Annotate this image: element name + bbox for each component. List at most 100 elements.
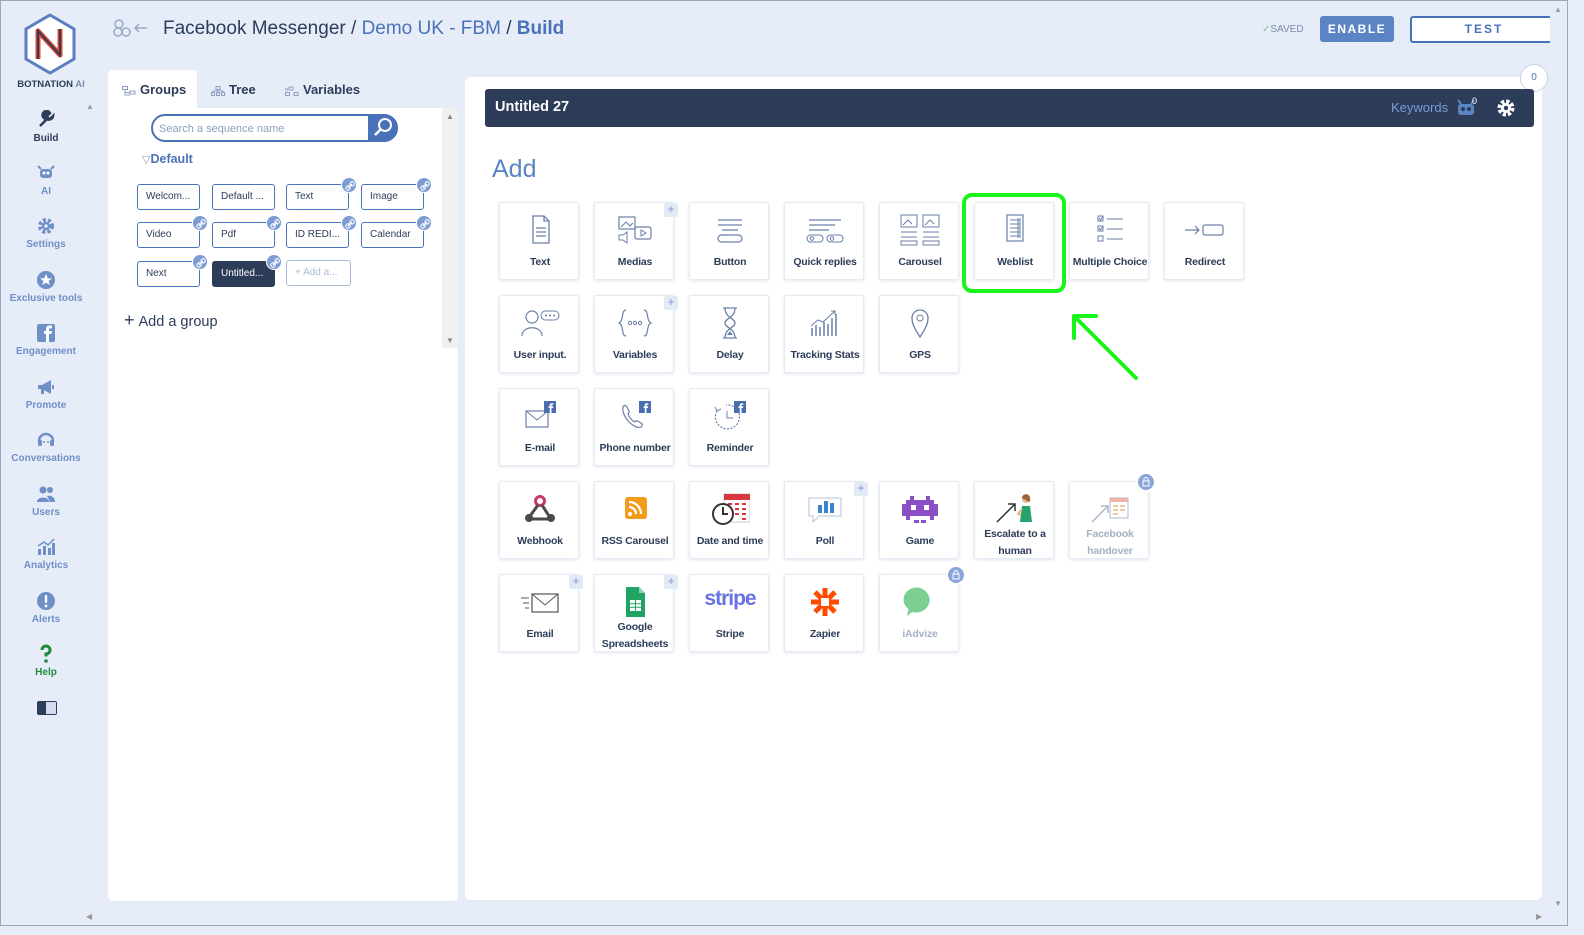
card-zapier[interactable]: Zapier [784, 574, 864, 652]
tab-tree-label: Tree [229, 82, 256, 97]
gear-icon[interactable] [1496, 98, 1516, 118]
sequence-item[interactable]: Video [137, 222, 200, 248]
sequence-item[interactable]: Welcom... [137, 184, 200, 210]
card-redirect[interactable]: Redirect [1164, 202, 1244, 280]
sidebar-scrollbar[interactable]: ▲ [84, 100, 96, 920]
breadcrumb-current: Build [516, 18, 565, 39]
nav-users[interactable]: Users [0, 484, 92, 518]
tab-variables-label: Variables [303, 82, 361, 97]
card-phone-number[interactable]: Phone number [594, 388, 674, 466]
card-tracking-stats[interactable]: Tracking Stats [784, 295, 864, 373]
plus-icon[interactable]: + [664, 203, 678, 217]
plus-icon[interactable]: + [664, 575, 678, 589]
search-button[interactable] [368, 114, 398, 142]
card-medias[interactable]: Medias + [594, 202, 678, 280]
nav-ai[interactable]: AI [0, 163, 92, 197]
card-user-input[interactable]: User input. [499, 295, 579, 373]
card-text[interactable]: Text [499, 202, 579, 280]
breadcrumb-channel[interactable]: Facebook Messenger [163, 18, 346, 39]
card-quick-replies[interactable]: Quick replies [784, 202, 864, 280]
lock-icon [946, 565, 966, 585]
nav-conversations[interactable]: Conversations [0, 430, 92, 464]
add-group-button[interactable]: + Add a group [124, 310, 218, 331]
nav-exclusive-tools[interactable]: Exclusive tools [0, 270, 92, 304]
card-stripe[interactable]: stripe Stripe [689, 574, 769, 652]
sequence-item[interactable]: Image [361, 184, 424, 210]
sequence-item[interactable]: ID REDI... [286, 222, 349, 248]
card-email[interactable]: Email + [499, 574, 583, 652]
nav-analytics[interactable]: Analytics [0, 537, 92, 571]
link-icon[interactable] [341, 215, 357, 231]
breadcrumb-bot[interactable]: Demo UK - FBM [362, 18, 501, 39]
plus-icon[interactable]: + [569, 575, 583, 589]
users-icon [37, 486, 55, 502]
nav-engagement[interactable]: Engagement [0, 323, 92, 357]
test-button[interactable]: TEST [1410, 16, 1558, 43]
star-icon [37, 271, 55, 289]
card-carousel[interactable]: Carousel [879, 202, 959, 280]
card-delay[interactable]: Delay [689, 295, 769, 373]
card-google-spreadsheets[interactable]: Google Spreadsheets + [594, 574, 678, 652]
card-reminder[interactable]: Reminder [689, 388, 769, 466]
card-date-and-time[interactable]: Date and time [689, 481, 769, 559]
link-icon[interactable] [341, 177, 357, 193]
breadcrumb-separator: / [500, 18, 517, 39]
wrench-icon [39, 110, 55, 127]
tab-variables[interactable]: n Variables [271, 70, 381, 108]
nav-promote[interactable]: Promote [0, 377, 92, 411]
link-icon[interactable] [192, 254, 208, 270]
group-default[interactable]: ▽Default [142, 152, 193, 166]
sequence-title[interactable]: Untitled 27 [495, 99, 569, 115]
sequence-item[interactable]: Text [286, 184, 349, 210]
nav-alerts[interactable]: Alerts [0, 591, 92, 625]
add-sequence-button[interactable]: + Add a... [286, 260, 351, 286]
card-label: Facebook handover [1086, 528, 1134, 557]
card-label: Escalate to a human [984, 528, 1046, 557]
link-icon[interactable] [192, 215, 208, 231]
link-icon[interactable] [416, 215, 432, 231]
botnation-logo[interactable] [23, 13, 77, 75]
window-horizontal-scrollbar[interactable]: ◀ ▶ [84, 908, 1550, 925]
sequence-item[interactable]: Next [137, 261, 200, 287]
sequence-search-input[interactable] [159, 120, 359, 138]
plus-icon[interactable]: + [854, 482, 868, 496]
window-vertical-scrollbar[interactable]: ▲ ▼ [1550, 1, 1567, 925]
sequences-panel: ▽Default Welcom... Default ... Text Imag… [108, 108, 458, 901]
nav-exclusive-tools-label: Exclusive tools [9, 293, 83, 304]
weblist-highlight-box [962, 193, 1066, 293]
card-label: Redirect [1184, 256, 1226, 268]
link-icon[interactable] [416, 177, 432, 193]
card-game[interactable]: Game [879, 481, 959, 559]
card-gps[interactable]: GPS [879, 295, 959, 373]
left-panel-scrollbar[interactable]: ▲ ▼ [442, 108, 458, 348]
card-label: Zapier [809, 628, 841, 640]
nav-help[interactable]: Help [0, 644, 92, 678]
plus-icon[interactable]: + [664, 296, 678, 310]
card-label: Date and time [696, 535, 764, 547]
card-iadvize[interactable]: iAdvize [879, 565, 966, 652]
nav-build[interactable]: Build [0, 110, 92, 144]
link-icon[interactable] [266, 254, 282, 270]
card-button[interactable]: Button [689, 202, 769, 280]
nav-settings[interactable]: Settings [0, 216, 92, 250]
flow-back-icon[interactable] [113, 17, 149, 39]
sequence-item[interactable]: Default ... [212, 184, 275, 210]
card-facebook-handover[interactable]: Facebook handover [1069, 472, 1156, 559]
card-escalate-to-a-human[interactable]: Escalate to a human [974, 481, 1054, 559]
card-rss-carousel[interactable]: RSS Carousel [594, 481, 674, 559]
nav-help-label: Help [35, 667, 57, 678]
card-webhook[interactable]: Webhook [499, 481, 579, 559]
sidebar-toggle-icon[interactable] [36, 700, 58, 716]
card-multiple-choice[interactable]: Multiple Choice [1069, 202, 1149, 280]
card-label: Multiple Choice [1072, 256, 1148, 268]
card-variables[interactable]: Variables + [594, 295, 678, 373]
link-icon[interactable] [266, 215, 282, 231]
card-label: Reminder [706, 442, 754, 454]
tab-tree[interactable]: Tree [197, 70, 269, 108]
enable-button[interactable]: ENABLE [1320, 16, 1394, 42]
sequence-item[interactable]: Calendar [361, 222, 424, 248]
card-e-mail[interactable]: E-mail [499, 388, 579, 466]
keywords-label[interactable]: Keywords [1391, 100, 1448, 115]
card-poll[interactable]: Poll + [784, 481, 868, 559]
tab-groups[interactable]: Groups [108, 70, 197, 108]
